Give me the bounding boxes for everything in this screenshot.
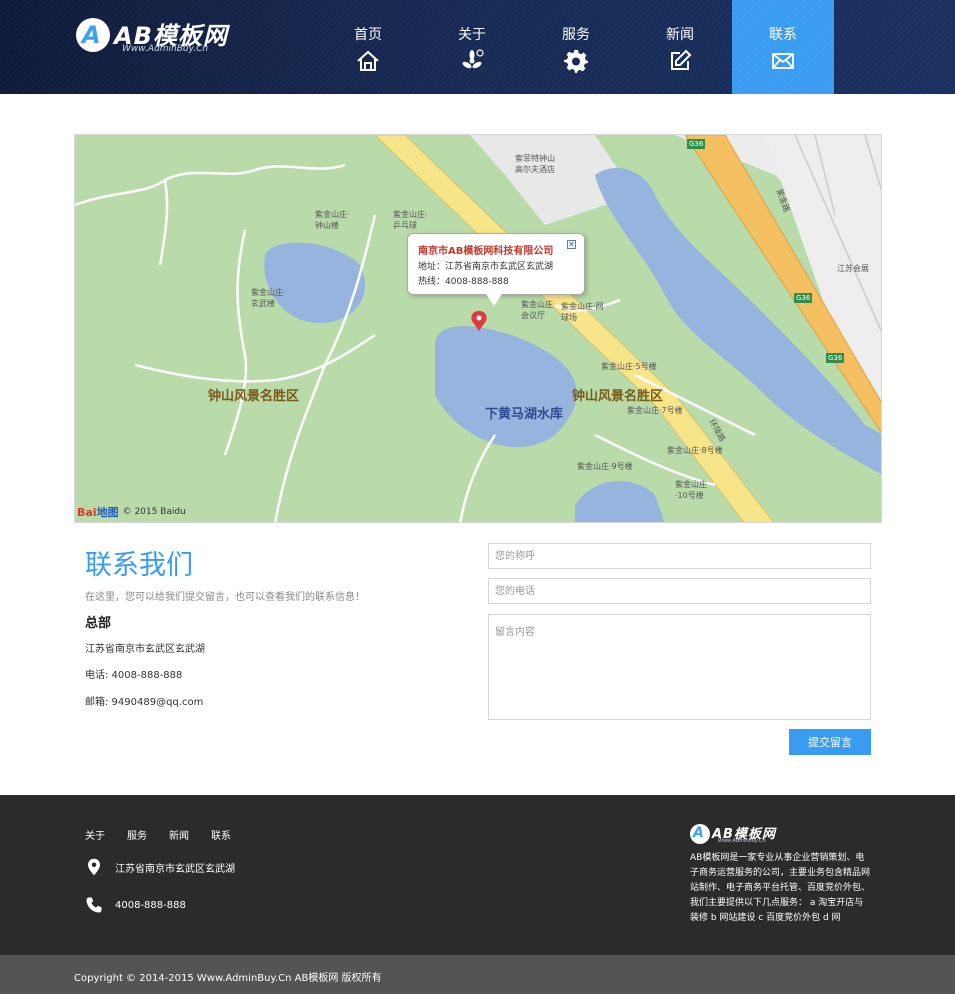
copyright-bar: Copyright © 2014-2015 Www.AdminBuy.Cn AB… bbox=[0, 955, 955, 994]
map-credit: Bai地图 © 2015 Baidu bbox=[77, 504, 186, 520]
map-area-label: 钟山风景名胜区 bbox=[208, 389, 300, 404]
phone-icon bbox=[86, 897, 102, 913]
hq-email: 邮箱: 9490489@qq.com bbox=[85, 697, 204, 708]
map-poi-label: 紫金山庄·网球场 bbox=[561, 302, 604, 322]
home-icon bbox=[357, 50, 379, 71]
footer-logo[interactable]: A AB模板网 Www.AdminBuy.Cn bbox=[690, 823, 830, 847]
baidu-logo-map-text: 地图 bbox=[96, 506, 119, 519]
map-lake-label: 下黄马湖水库 bbox=[485, 407, 564, 422]
nav-label: 联系 bbox=[769, 27, 797, 43]
footer-link-contact[interactable]: 联系 bbox=[211, 827, 231, 842]
map-poi-label: 紫金山庄·玄武楼 bbox=[251, 288, 286, 308]
logo-mark: A bbox=[690, 824, 710, 844]
map-copyright: © 2015 Baidu bbox=[122, 507, 186, 517]
gear-icon bbox=[564, 50, 588, 73]
logo-subtitle: Www.AdminBuy.Cn bbox=[122, 44, 209, 54]
map-area-label: 钟山风景名胜区 bbox=[572, 389, 664, 404]
main-nav: 首页 关于 服务 新闻 联系 bbox=[316, 0, 834, 94]
footer-phone: 4008-888-888 bbox=[85, 896, 186, 914]
footer-nav: 关于 服务 新闻 联系 bbox=[85, 827, 253, 842]
contact-description: 在这里，您可以给我们提交留言，也可以查看我们的联系信息！ bbox=[85, 592, 365, 603]
submit-button[interactable]: 提交留言 bbox=[789, 729, 871, 755]
footer-about-text: AB模板网是一家专业从事企业营销策划、电子商务运营服务的公司，主要业务包含精品网… bbox=[690, 853, 871, 923]
road-shield-g36: G36 bbox=[828, 354, 843, 362]
logo-mark: A bbox=[76, 18, 110, 52]
map-poi-label: 紫金山庄·会议厅 bbox=[521, 300, 556, 320]
popup-tail bbox=[486, 294, 502, 306]
map-info-popup: 南京市AB模板网科技有限公司 地址：江苏省南京市玄武区玄武湖 热线：4008-8… bbox=[407, 233, 585, 306]
baidu-map[interactable]: G36 G36 G36 钟山风景名胜区 钟山风景名胜区 下黄马湖水库 索菲特钟山… bbox=[74, 134, 882, 523]
copyright-text: Copyright © 2014-2015 Www.AdminBuy.Cn AB… bbox=[74, 973, 382, 984]
footer-address-text: 江苏省南京市玄武区玄武湖 bbox=[115, 863, 235, 875]
map-poi-label: 紫金山庄·5号楼 bbox=[601, 362, 657, 371]
logo-mark-letter: A bbox=[82, 21, 101, 49]
nav-label: 服务 bbox=[562, 27, 590, 43]
close-icon[interactable]: ✕ bbox=[567, 240, 576, 249]
site-footer: 关于 服务 新闻 联系 江苏省南京市玄武区玄武湖 4008-888-888 A … bbox=[0, 795, 955, 955]
popup-title: 南京市AB模板网科技有限公司 bbox=[418, 246, 554, 257]
map-poi-label: 索菲特钟山高尔夫酒店 bbox=[515, 154, 555, 174]
nav-label: 关于 bbox=[458, 27, 486, 43]
nav-item-home[interactable]: 首页 bbox=[316, 0, 420, 94]
nav-item-news[interactable]: 新闻 bbox=[628, 0, 732, 94]
nav-label: 新闻 bbox=[666, 27, 694, 43]
about-icon bbox=[462, 49, 484, 69]
phone-input[interactable] bbox=[488, 578, 871, 604]
page-title: 联系我们 bbox=[85, 550, 193, 581]
popup-hotline: 热线：4008-888-888 bbox=[418, 277, 509, 287]
map-poi-label: 江苏会展 bbox=[837, 264, 869, 273]
logo-mark-letter: A bbox=[693, 825, 704, 841]
logo-subtitle: Www.AdminBuy.Cn bbox=[718, 838, 766, 844]
baidu-logo[interactable]: Bai地图 bbox=[77, 504, 119, 520]
edit-icon bbox=[671, 49, 692, 70]
logo[interactable]: A AB模板网 Www.AdminBuy.Cn bbox=[76, 16, 236, 58]
location-pin-icon bbox=[88, 858, 100, 876]
hq-phone: 电话: 4008-888-888 bbox=[85, 670, 183, 681]
road-shield-g36: G36 bbox=[689, 140, 704, 148]
nav-label: 首页 bbox=[354, 27, 382, 43]
map-poi-label: 紫金山庄·10号楼 bbox=[675, 480, 707, 500]
name-input[interactable] bbox=[488, 543, 871, 569]
site-header: A AB模板网 Www.AdminBuy.Cn 首页 关于 服务 新闻 联系 bbox=[0, 0, 955, 94]
map-poi-label: 紫金山庄·钟山楼 bbox=[315, 210, 350, 230]
baidu-logo-text: Bai bbox=[77, 506, 97, 519]
footer-link-services[interactable]: 服务 bbox=[127, 827, 147, 842]
footer-phone-text: 4008-888-888 bbox=[115, 899, 186, 911]
road-shield-g36: G36 bbox=[796, 294, 811, 302]
nav-item-contact[interactable]: 联系 bbox=[732, 0, 834, 94]
map-poi-label: 紫金山庄·9号楼 bbox=[577, 462, 633, 471]
map-poi-label: 紫金山庄·乒乓球 bbox=[393, 210, 428, 230]
nav-item-services[interactable]: 服务 bbox=[524, 0, 628, 94]
message-textarea[interactable] bbox=[488, 614, 871, 720]
footer-address: 江苏省南京市玄武区玄武湖 bbox=[85, 858, 235, 876]
hq-title: 总部 bbox=[85, 616, 112, 631]
nav-item-about[interactable]: 关于 bbox=[420, 0, 524, 94]
popup-address: 地址：江苏省南京市玄武区玄武湖 bbox=[418, 262, 554, 272]
map-poi-label: 紫金山庄·8号楼 bbox=[667, 446, 723, 455]
map-canvas bbox=[75, 135, 881, 522]
hq-address: 江苏省南京市玄武区玄武湖 bbox=[85, 644, 205, 655]
footer-link-about[interactable]: 关于 bbox=[85, 827, 105, 842]
footer-link-news[interactable]: 新闻 bbox=[169, 827, 189, 842]
mail-icon bbox=[772, 53, 794, 69]
map-poi-label: 紫金山庄·7号楼 bbox=[627, 406, 683, 415]
